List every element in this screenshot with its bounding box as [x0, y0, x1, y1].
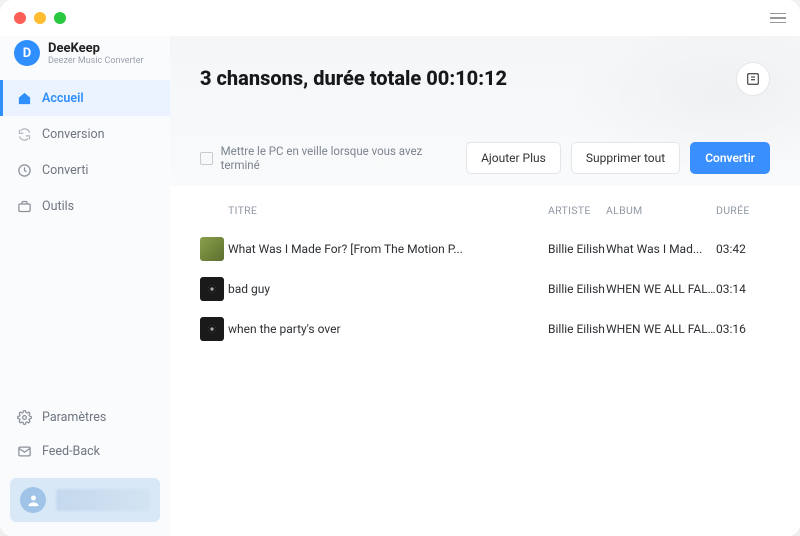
- brand-logo-icon: D: [14, 40, 40, 66]
- album-art-icon: [200, 317, 224, 341]
- main-panel: 3 chansons, durée totale 00:10:12 Mettre…: [170, 36, 800, 536]
- convert-button[interactable]: Convertir: [690, 142, 770, 174]
- nav-home-label: Accueil: [42, 91, 84, 106]
- nav-settings[interactable]: Paramètres: [0, 400, 170, 434]
- col-album: ALBUM: [606, 204, 716, 217]
- track-duration: 03:14: [716, 282, 770, 296]
- nav-tools-label: Outils: [42, 199, 74, 214]
- col-duration: DURÉE: [716, 204, 770, 217]
- table-row[interactable]: What Was I Made For? [From The Motion P.…: [200, 229, 770, 269]
- track-title: What Was I Made For? [From The Motion P.…: [228, 242, 548, 256]
- titlebar: [0, 0, 800, 36]
- delete-all-button[interactable]: Supprimer tout: [571, 142, 680, 174]
- add-more-button[interactable]: Ajouter Plus: [466, 142, 561, 174]
- primary-nav: Accueil Conversion Converti Outils: [0, 80, 170, 224]
- toolbox-icon: [16, 198, 32, 214]
- track-artist: Billie Eilish: [548, 282, 606, 296]
- table-header: TITRE ARTISTE ALBUM DURÉE: [200, 198, 770, 229]
- minimize-window-button[interactable]: [34, 12, 46, 24]
- checkbox-icon: [200, 152, 213, 165]
- sidebar: D DeeKeep Deezer Music Converter Accueil…: [0, 36, 170, 536]
- brand: D DeeKeep Deezer Music Converter: [0, 40, 170, 80]
- app-window: D DeeKeep Deezer Music Converter Accueil…: [0, 0, 800, 536]
- album-art-icon: [200, 277, 224, 301]
- clock-icon: [16, 162, 32, 178]
- nav-tools[interactable]: Outils: [0, 188, 170, 224]
- brand-name: DeeKeep: [48, 41, 144, 56]
- nav-feedback[interactable]: Feed-Back: [0, 434, 170, 468]
- nav-settings-label: Paramètres: [42, 410, 106, 425]
- nav-converted-label: Converti: [42, 163, 88, 178]
- close-window-button[interactable]: [14, 12, 26, 24]
- sleep-label: Mettre le PC en veille lorsque vous avez…: [221, 144, 456, 172]
- account-name-blurred: [56, 489, 150, 511]
- open-playlist-button[interactable]: [736, 62, 770, 96]
- zoom-window-button[interactable]: [54, 12, 66, 24]
- nav-feedback-label: Feed-Back: [42, 444, 100, 459]
- track-album: What Was I Mad...: [606, 242, 716, 256]
- album-art-icon: [200, 237, 224, 261]
- track-album: WHEN WE ALL FAL...: [606, 322, 716, 336]
- track-album: WHEN WE ALL FAL...: [606, 282, 716, 296]
- mail-icon: [16, 443, 32, 459]
- track-duration: 03:42: [716, 242, 770, 256]
- menu-icon[interactable]: [770, 13, 786, 24]
- track-title: when the party's over: [228, 322, 548, 336]
- table-row[interactable]: bad guy Billie Eilish WHEN WE ALL FAL...…: [200, 269, 770, 309]
- col-title: TITRE: [228, 204, 428, 217]
- secondary-nav: Paramètres Feed-Back: [0, 400, 170, 468]
- toolbar: Mettre le PC en veille lorsque vous avez…: [200, 142, 770, 174]
- track-table: TITRE ARTISTE ALBUM DURÉE What Was I Mad…: [170, 186, 800, 361]
- playlist-icon: [745, 71, 761, 87]
- nav-home[interactable]: Accueil: [0, 80, 170, 116]
- brand-tagline: Deezer Music Converter: [48, 56, 144, 66]
- table-row[interactable]: when the party's over Billie Eilish WHEN…: [200, 309, 770, 349]
- track-artist: Billie Eilish: [548, 242, 606, 256]
- nav-converted[interactable]: Converti: [0, 152, 170, 188]
- account-card[interactable]: [10, 478, 160, 522]
- window-controls: [14, 12, 66, 24]
- track-duration: 03:16: [716, 322, 770, 336]
- gear-icon: [16, 409, 32, 425]
- col-artist: ARTISTE: [548, 204, 606, 217]
- avatar-icon: [20, 487, 46, 513]
- nav-conversion[interactable]: Conversion: [0, 116, 170, 152]
- hero: 3 chansons, durée totale 00:10:12 Mettre…: [170, 36, 800, 186]
- track-title: bad guy: [228, 282, 548, 296]
- refresh-icon: [16, 126, 32, 142]
- track-artist: Billie Eilish: [548, 322, 606, 336]
- sleep-checkbox[interactable]: Mettre le PC en veille lorsque vous avez…: [200, 144, 456, 172]
- home-icon: [16, 90, 32, 106]
- nav-conversion-label: Conversion: [42, 127, 105, 142]
